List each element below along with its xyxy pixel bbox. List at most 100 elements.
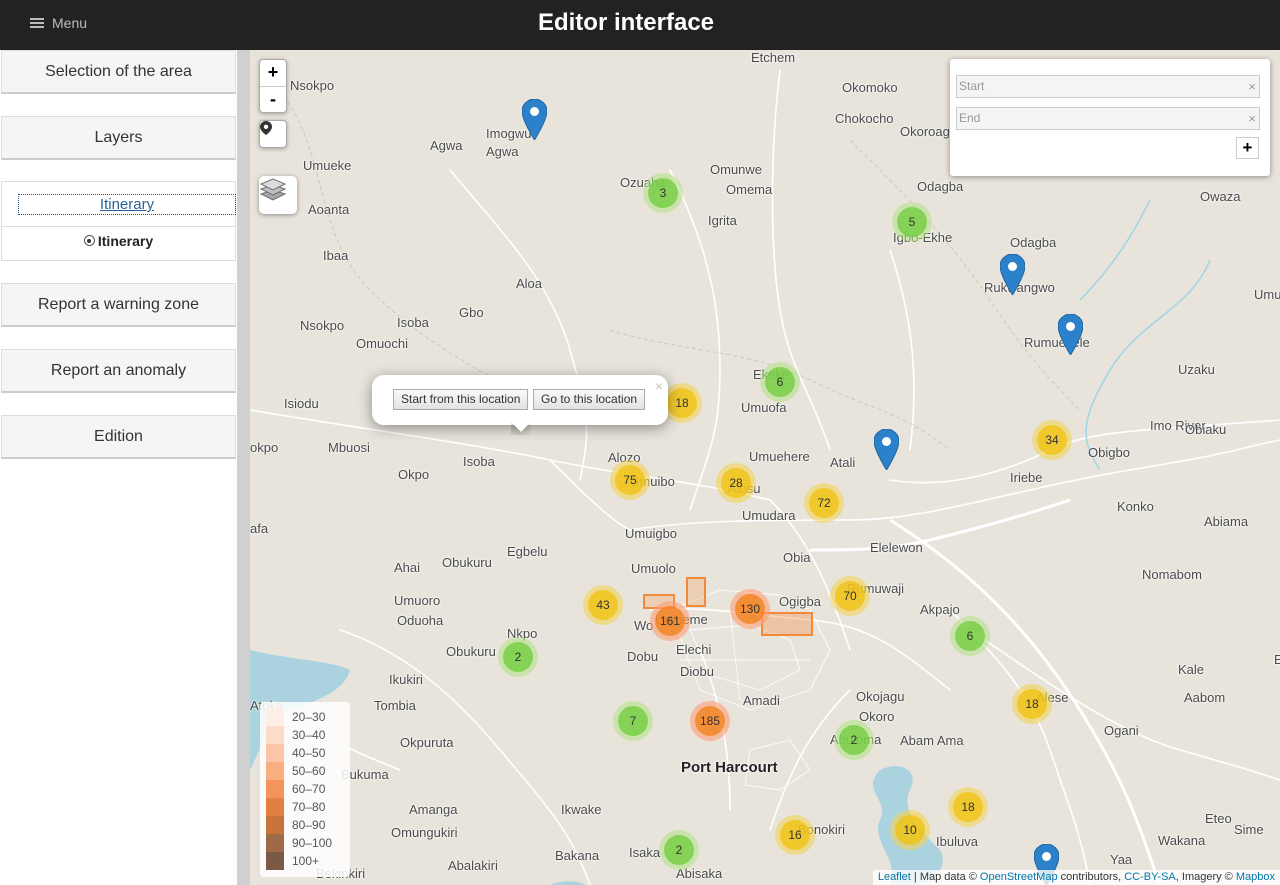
clear-start-icon[interactable]: ×	[1248, 76, 1256, 97]
place-label: Ibaa	[323, 248, 349, 263]
place-label: Ibuluva	[936, 834, 978, 849]
end-input[interactable]: End ×	[956, 107, 1260, 130]
place-label: Omema	[726, 182, 773, 197]
location-marker-icon	[260, 121, 272, 135]
marker-cluster[interactable]: 2	[498, 637, 538, 677]
marker-cluster[interactable]: 6	[760, 362, 800, 402]
popup-tip	[511, 423, 531, 435]
sidebar-resize-handle[interactable]	[237, 50, 250, 885]
locate-button[interactable]	[259, 120, 287, 148]
city-label: Port Harcourt	[681, 759, 778, 776]
zoom-out-button[interactable]: -	[260, 86, 286, 112]
legend-item: 40–50	[266, 744, 344, 762]
marker-cluster[interactable]: 43	[583, 585, 623, 625]
marker-cluster[interactable]: 34	[1032, 420, 1072, 460]
cluster-count: 34	[1037, 425, 1067, 455]
start-input[interactable]: Start ×	[956, 75, 1260, 98]
osm-link[interactable]: OpenStreetMap	[980, 871, 1058, 883]
add-waypoint-button[interactable]: +	[1236, 137, 1259, 159]
marker-cluster[interactable]: 5	[892, 202, 932, 242]
place-label: Oduoha	[397, 613, 444, 628]
attribution-text: | Map data ©	[910, 871, 980, 883]
map-canvas[interactable]: Nsokpo Imogwu- Agwa Agwa Umueke Aoanta Ibaa Alo…	[250, 50, 1280, 885]
report-warning-zone-button[interactable]: Report a warning zone	[1, 283, 236, 327]
place-label: Isoba	[463, 454, 495, 469]
place-label: Chokocho	[835, 111, 894, 126]
radio-button-icon[interactable]	[83, 235, 95, 246]
place-label: Omunwe	[710, 162, 763, 177]
place-label: Obukuru	[442, 555, 492, 570]
report-anomaly-button[interactable]: Report an anomaly	[1, 349, 236, 393]
close-popup-icon[interactable]: ×	[655, 378, 663, 394]
layers-button[interactable]: Layers	[1, 116, 236, 160]
cluster-count: 7	[618, 706, 648, 736]
location-popup: × Start from this location Go to this lo…	[372, 375, 668, 425]
map-marker-icon[interactable]	[522, 99, 547, 140]
marker-cluster[interactable]: 6	[950, 616, 990, 656]
marker-cluster[interactable]: 18	[1012, 684, 1052, 724]
cluster-count: 2	[664, 835, 694, 865]
legend-label: 50–60	[292, 764, 326, 778]
legend-swatch	[266, 726, 284, 744]
marker-cluster[interactable]: 10	[890, 810, 930, 850]
place-label: Bakana	[555, 848, 600, 863]
marker-cluster[interactable]: 16	[775, 815, 815, 855]
place-label: Elelewon	[870, 540, 923, 555]
legend-label: 90–100	[292, 836, 333, 850]
cluster-count: 28	[721, 468, 751, 498]
start-from-location-button[interactable]: Start from this location	[393, 389, 529, 410]
place-label: afa	[250, 521, 269, 536]
cluster-count: 18	[1017, 689, 1047, 719]
map-marker-icon[interactable]	[1000, 254, 1025, 295]
legend-swatch	[266, 798, 284, 816]
place-label: Nomabom	[1142, 567, 1202, 582]
place-label: Dobu	[627, 649, 659, 664]
legend-item: 20–30	[266, 708, 344, 726]
map-marker-icon[interactable]	[1058, 314, 1083, 355]
itinerary-header-link[interactable]: Itinerary	[18, 194, 236, 215]
itinerary-radio-option[interactable]: Itinerary	[2, 233, 235, 249]
legend-item: 60–70	[266, 780, 344, 798]
place-label: Omungukiri	[391, 825, 458, 840]
place-label: Aabom	[1184, 690, 1226, 705]
place-label: Akpajo	[920, 602, 960, 617]
leaflet-link[interactable]: Leaflet	[878, 871, 911, 883]
zoom-in-button[interactable]: +	[260, 60, 286, 86]
place-label: Umuolo	[631, 561, 676, 576]
marker-cluster[interactable]: 161	[650, 601, 690, 641]
marker-cluster[interactable]: 3	[643, 173, 683, 213]
marker-cluster[interactable]: 18	[948, 787, 988, 827]
marker-cluster[interactable]: 75	[610, 460, 650, 500]
marker-cluster[interactable]: 72	[804, 483, 844, 523]
ccbysa-link[interactable]: CC-BY-SA	[1124, 871, 1176, 883]
cluster-count: 18	[667, 388, 697, 418]
place-label: Umu	[1254, 287, 1280, 302]
place-label: Abalakiri	[448, 858, 498, 873]
clear-end-icon[interactable]: ×	[1248, 108, 1256, 129]
mapbox-link[interactable]: Mapbox	[1236, 871, 1275, 883]
edition-button[interactable]: Edition	[1, 415, 236, 459]
marker-cluster[interactable]: 70	[830, 576, 870, 616]
itinerary-panel: Itinerary Itinerary	[1, 181, 236, 261]
place-label: Isiodu	[284, 396, 319, 411]
place-label: Amadi	[743, 693, 780, 708]
place-label: Umuoro	[394, 593, 441, 608]
marker-cluster[interactable]: 2	[659, 830, 699, 870]
selection-of-area-button[interactable]: Selection of the area	[1, 50, 236, 94]
layers-toggle-button[interactable]	[259, 176, 297, 214]
marker-cluster[interactable]: 28	[716, 463, 756, 503]
marker-cluster[interactable]: 7	[613, 701, 653, 741]
start-placeholder: Start	[959, 79, 985, 93]
place-label: Wakana	[1158, 833, 1206, 848]
marker-cluster[interactable]: 2	[834, 720, 874, 760]
marker-cluster[interactable]: 18	[662, 383, 702, 423]
go-to-location-button[interactable]: Go to this location	[533, 389, 646, 410]
marker-cluster[interactable]: 185	[690, 701, 730, 741]
place-label: Ogani	[1104, 723, 1139, 738]
place-label: Okoroag	[900, 124, 950, 139]
marker-cluster[interactable]: 130	[730, 589, 770, 629]
legend-item: 100+	[266, 852, 344, 870]
place-label: Okojagu	[856, 689, 905, 704]
map-marker-icon[interactable]	[874, 429, 899, 470]
place-label: Mbuosi	[328, 440, 370, 455]
